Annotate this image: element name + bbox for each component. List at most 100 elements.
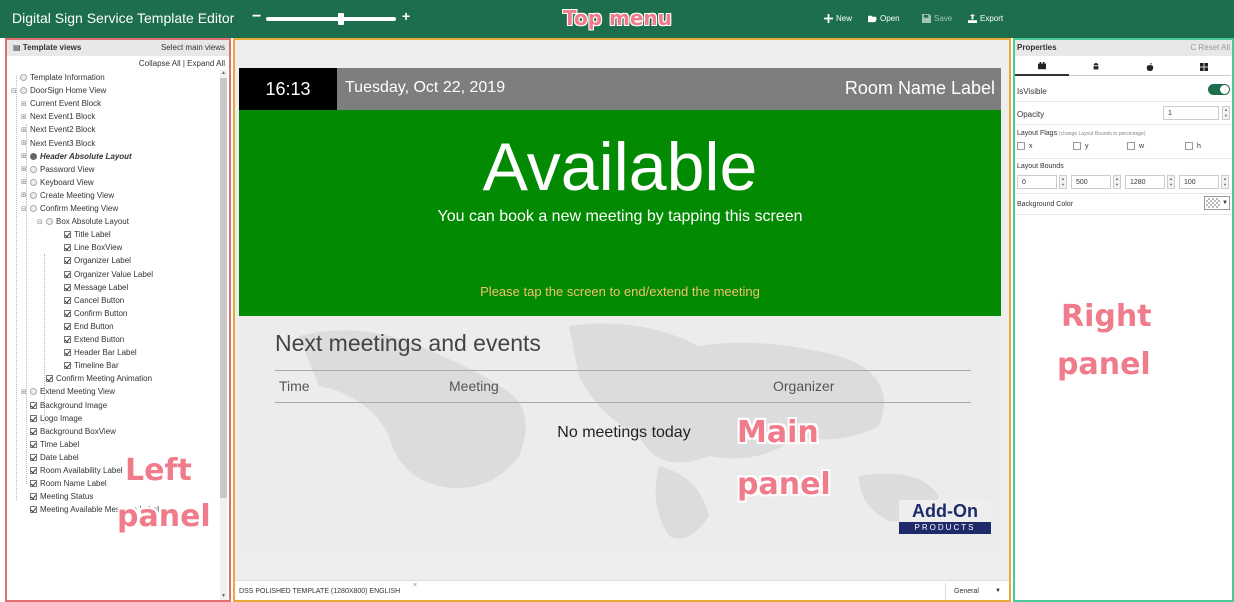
visibility-checkbox[interactable] [64, 322, 71, 330]
left-panel-scrollbar[interactable]: ▲ ▼ [220, 70, 227, 600]
tree-item[interactable]: Background BoxView [21, 425, 116, 438]
main-view-radio[interactable] [30, 191, 37, 199]
close-tab-icon[interactable]: × [413, 582, 417, 589]
visibility-checkbox[interactable] [64, 283, 71, 291]
main-view-radio[interactable] [20, 74, 27, 81]
expand-node-icon[interactable]: ⊞ [21, 178, 28, 186]
tree-item[interactable]: Title Label [55, 228, 111, 241]
meeting-status-message[interactable]: Please tap the screen to end/extend the … [239, 284, 1001, 299]
flag-y-checkbox[interactable] [1073, 142, 1081, 150]
room-availability-label[interactable]: Available [239, 128, 1001, 206]
reset-all-button[interactable]: C Reset All [1190, 43, 1230, 52]
visibility-checkbox[interactable] [64, 257, 71, 265]
tree-item[interactable]: Logo Image [21, 412, 82, 425]
main-view-radio[interactable] [46, 218, 53, 226]
scroll-down-icon[interactable]: ▼ [220, 593, 227, 600]
save-button[interactable]: Save [922, 14, 952, 23]
bounds-y-input[interactable]: 500 [1071, 175, 1111, 189]
visibility-checkbox[interactable] [64, 270, 71, 278]
date-label[interactable]: Tuesday, Oct 22, 2019 [345, 79, 505, 97]
visibility-checkbox[interactable] [64, 231, 71, 239]
tree-item[interactable]: End Button [55, 320, 114, 333]
sign-header-bar[interactable]: 16:13 Tuesday, Oct 22, 2019 Room Name La… [239, 68, 1001, 110]
scroll-thumb[interactable] [220, 78, 227, 498]
zoom-slider[interactable]: − + [252, 8, 412, 28]
isvisible-toggle[interactable] [1208, 84, 1230, 95]
collapse-node-icon[interactable]: ⊟ [11, 87, 18, 95]
expand-node-icon[interactable]: ⊞ [21, 165, 28, 173]
tree-item[interactable]: Meeting Status [21, 490, 93, 503]
room-availability-block[interactable]: Available You can book a new meeting by … [239, 110, 1001, 316]
tree-item[interactable]: Organizer Label [55, 254, 131, 267]
bounds-w-input[interactable]: 1280 [1125, 175, 1165, 189]
room-name-label[interactable]: Room Name Label [845, 78, 995, 99]
column-meeting[interactable]: Meeting [449, 378, 499, 394]
bounds-h-input[interactable]: 100 [1179, 175, 1219, 189]
tree-item[interactable]: Background Image [21, 399, 107, 412]
tab-apple[interactable] [1123, 58, 1177, 76]
tree-item[interactable]: Timeline Bar [55, 359, 119, 372]
tree-item[interactable]: ⊞ Extend Meeting View [21, 385, 115, 398]
tree-item[interactable]: ⊞ Next Event3 Block [21, 137, 95, 150]
tree-item[interactable]: ⊟ Confirm Meeting View [21, 202, 118, 215]
tab-windows[interactable] [1177, 58, 1231, 76]
tree-item[interactable]: ⊟ DoorSign Home View [11, 84, 106, 97]
tab-android[interactable] [1069, 58, 1123, 76]
visibility-checkbox[interactable] [30, 506, 37, 514]
tree-item[interactable]: Header Bar Label [55, 346, 137, 359]
tree-item[interactable]: Template Information [11, 71, 105, 84]
opacity-input[interactable]: 1 [1163, 106, 1219, 120]
tree-item[interactable]: Time Label [21, 438, 79, 451]
column-organizer[interactable]: Organizer [773, 378, 834, 394]
visibility-checkbox[interactable] [30, 440, 37, 448]
visibility-checkbox[interactable] [64, 244, 71, 252]
time-label[interactable]: 16:13 [239, 68, 337, 110]
main-view-radio[interactable] [30, 152, 37, 160]
select-main-views-link[interactable]: Select main views [161, 43, 225, 52]
bounds-x-input[interactable]: 0 [1017, 175, 1057, 189]
tree-item[interactable]: Line BoxView [55, 241, 122, 254]
flag-h-checkbox[interactable] [1185, 142, 1193, 150]
tree-item[interactable]: Confirm Button [55, 307, 127, 320]
zoom-in-button[interactable]: + [402, 8, 410, 24]
new-button[interactable]: New [824, 14, 852, 23]
collapse-node-icon[interactable]: ⊟ [37, 218, 44, 226]
tree-item[interactable]: ⊟ Box Absolute Layout [37, 215, 129, 228]
template-tab[interactable]: DSS POLISHED TEMPLATE (1280X800) ENGLISH [239, 588, 400, 595]
main-view-radio[interactable] [20, 87, 27, 95]
bounds-y-stepper[interactable]: ▲ ▼ [1113, 175, 1121, 189]
next-meetings-block[interactable]: Next meetings and events Time Meeting Or… [239, 316, 1001, 553]
tree-item[interactable]: Confirm Meeting Animation [37, 372, 152, 385]
expand-node-icon[interactable]: ⊞ [21, 100, 28, 108]
visibility-checkbox[interactable] [30, 493, 37, 501]
zoom-out-button[interactable]: − [252, 8, 261, 26]
background-color-picker[interactable]: ▼ [1204, 196, 1230, 210]
zoom-thumb[interactable] [338, 13, 345, 25]
tree-item[interactable]: Organizer Value Label [55, 268, 153, 281]
expand-node-icon[interactable]: ⊞ [21, 191, 28, 199]
door-sign-preview[interactable]: 16:13 Tuesday, Oct 22, 2019 Room Name La… [239, 68, 1001, 553]
flag-w-checkbox[interactable] [1127, 142, 1135, 150]
meeting-available-message[interactable]: You can book a new meeting by tapping th… [239, 208, 1001, 226]
logo-image[interactable]: Add-On PRODUCTS [899, 500, 991, 536]
main-view-radio[interactable] [30, 178, 37, 186]
no-meetings-label[interactable]: No meetings today [239, 424, 1001, 442]
tree-item[interactable]: ⊞ Next Event1 Block [21, 110, 95, 123]
visibility-checkbox[interactable] [30, 467, 37, 474]
tree-item[interactable]: Cancel Button [55, 294, 124, 307]
tree-item[interactable]: Date Label [21, 451, 79, 464]
bounds-x-stepper[interactable]: ▲ ▼ [1059, 175, 1067, 189]
visibility-checkbox[interactable] [64, 309, 71, 317]
collapse-node-icon[interactable]: ⊟ [21, 205, 28, 213]
bounds-h-stepper[interactable]: ▲ ▼ [1221, 175, 1229, 189]
expand-node-icon[interactable]: ⊞ [21, 126, 28, 134]
tree-item[interactable]: Room Name Label [21, 477, 107, 490]
expand-node-icon[interactable]: ⊞ [21, 152, 28, 160]
collapse-expand-links[interactable]: Collapse All | Expand All [139, 59, 225, 68]
zoom-track[interactable] [266, 17, 396, 21]
scroll-up-icon[interactable]: ▲ [220, 70, 227, 77]
main-view-radio[interactable] [30, 388, 37, 396]
main-view-radio[interactable] [30, 165, 37, 173]
expand-node-icon[interactable]: ⊞ [21, 388, 28, 396]
main-view-radio[interactable] [30, 205, 37, 212]
